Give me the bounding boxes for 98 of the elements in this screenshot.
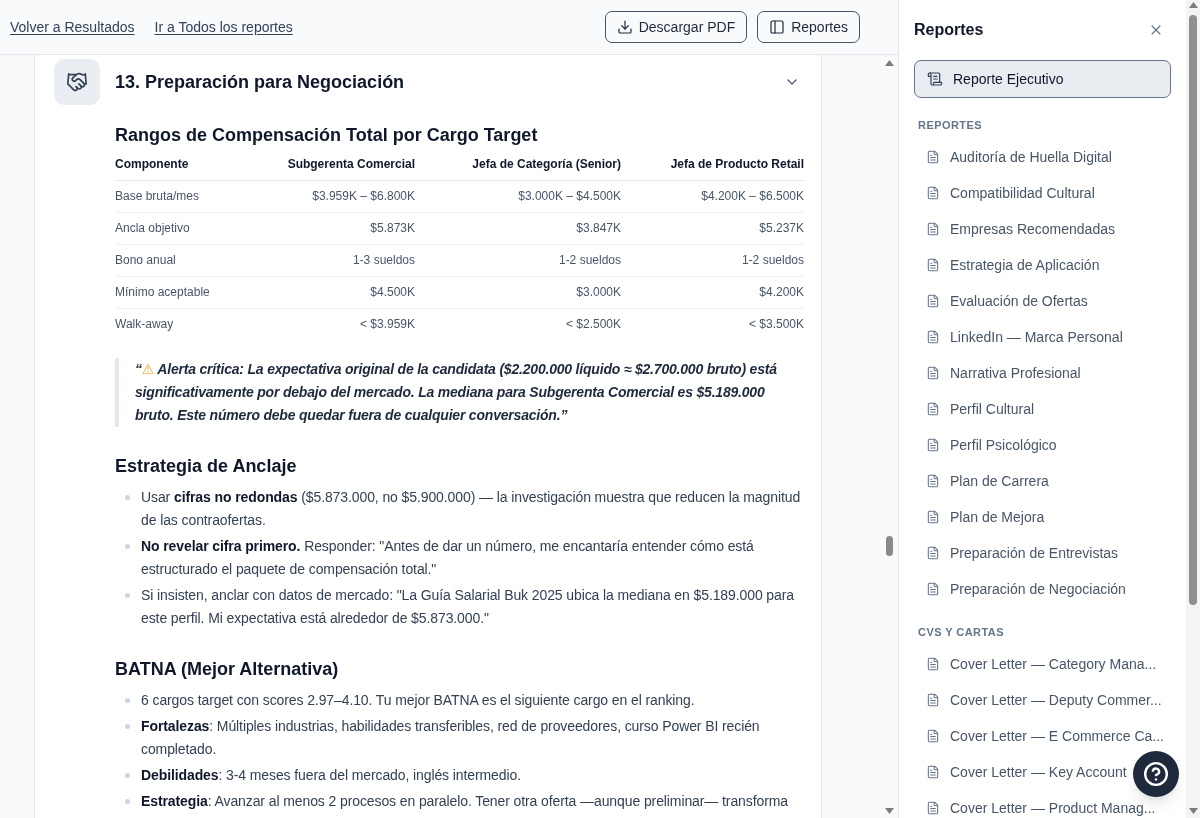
column-header: Subgerenta Comercial	[255, 148, 415, 180]
table-cell: Bono anual	[115, 244, 255, 276]
table-cell: Base bruta/mes	[115, 180, 255, 212]
report-link[interactable]: Plan de Carrera	[919, 463, 1056, 499]
document-icon	[926, 582, 940, 596]
nav-link[interactable]: Volver a Resultados	[10, 17, 135, 37]
bullet-icon	[125, 773, 130, 778]
table-cell: Walk-away	[115, 308, 255, 340]
report-link[interactable]: Estrategia de Aplicación	[919, 247, 1107, 283]
document-icon	[926, 330, 940, 344]
list-item-text: Fortalezas: Múltiples industrias, habilidades transferibles, red de proveedores, curso Power BI recién completado.	[141, 717, 761, 759]
table-cell: $5.873K	[255, 212, 415, 244]
report-link[interactable]: Cover Letter — Category Mana...	[919, 646, 1164, 682]
document-icon	[926, 765, 940, 779]
scrollbar-thumb[interactable]	[885, 536, 893, 556]
report-link[interactable]: Narrativa Profesional	[919, 355, 1088, 391]
help-icon	[1143, 761, 1169, 787]
list-item-text: Estrategia: Avanzar al menos 2 procesos en paralelo. Tener otra oferta —aunque preliminar— transforma	[141, 792, 788, 811]
report-link[interactable]: Compatibilidad Cultural	[919, 175, 1102, 211]
report-link[interactable]: Auditoría de Huella Digital	[919, 139, 1119, 175]
list-item-text: Usar cifras no redondas ($5.873.000, no $5.900.000) — la investigación muestra que reducen la magnitud de las contraofertas.	[141, 488, 802, 530]
alert-quote: “⚠ Alerta crítica: La expectativa original de la candidata ($2.200.000 líquido ≈ $2.700.000 bruto) está significativamente por debajo del mercado. La mediana para Subgerenta Comercial es $5.189.000 bruto. Este número debe quedar fuera de cualquier conversación.”	[115, 358, 802, 427]
document-icon	[926, 402, 940, 416]
report-link[interactable]: Plan de Mejora	[919, 499, 1052, 535]
table-cell: $3.847K	[415, 212, 621, 244]
report-link[interactable]: Preparación de Entrevistas	[919, 535, 1126, 571]
document-icon	[926, 186, 940, 200]
document-icon	[926, 801, 940, 815]
subsection-title: BATNA (Mejor Alternativa)	[115, 658, 340, 681]
bullet-icon	[125, 799, 130, 804]
document-icon	[926, 222, 940, 236]
table-cell: < $2.500K	[415, 308, 621, 340]
scroll-down-icon[interactable]	[1188, 808, 1198, 814]
document-icon	[926, 693, 940, 707]
bullet-icon	[125, 698, 130, 703]
scrollbar-thumb[interactable]	[1189, 15, 1197, 605]
list-item-text: Si insisten, anclar con datos de mercado: "La Guía Salarial Buk 2025 ubica la mediana en $5.189.000 para este perfil. Mi expectativa está alrededor de $5.873.000."	[141, 586, 795, 628]
bullet-icon	[125, 593, 130, 598]
table-cell: $5.237K	[621, 212, 804, 244]
handshake-icon	[54, 59, 100, 105]
column-header: Jefa de Categoría (Senior)	[415, 148, 621, 180]
table-cell: 1-2 sueldos	[415, 244, 621, 276]
table-cell: $3.959K – $6.800K	[255, 180, 415, 212]
document-icon	[926, 474, 940, 488]
scroll-down-icon[interactable]	[884, 808, 894, 814]
report-link[interactable]: Evaluación de Ofertas	[919, 283, 1095, 319]
list-item-text: 6 cargos target con scores 2.97–4.10. Tu mejor BATNA es el siguiente cargo en el ranking.	[141, 691, 695, 710]
report-link[interactable]: Cover Letter — Deputy Commer...	[919, 682, 1169, 718]
report-link[interactable]: Preparación de Negociación	[919, 571, 1133, 607]
table-cell: $4.200K – $6.500K	[621, 180, 804, 212]
table-cell: Mínimo aceptable	[115, 276, 255, 308]
featured-report-button[interactable]: Reporte Ejecutivo	[914, 60, 1171, 98]
table-cell: $3.000K – $4.500K	[415, 180, 621, 212]
table-cell: < $3.959K	[255, 308, 415, 340]
document-icon	[926, 729, 940, 743]
document-icon	[926, 657, 940, 671]
group-label: REPORTES	[917, 118, 984, 133]
download-icon	[616, 19, 633, 35]
table-cell: $3.000K	[415, 276, 621, 308]
report-link[interactable]: Perfil Cultural	[919, 391, 1042, 427]
report-link[interactable]: LinkedIn — Marca Personal	[919, 319, 1130, 355]
report-link[interactable]: Perfil Psicológico	[919, 427, 1064, 463]
document-icon	[926, 294, 940, 308]
report-link[interactable]: Cover Letter — Product Manag...	[919, 790, 1163, 818]
group-label: CVS Y CARTAS	[917, 625, 1005, 640]
document-icon	[926, 150, 940, 164]
table-cell: 1-3 sueldos	[255, 244, 415, 276]
document-icon	[926, 366, 940, 380]
scroll-icon	[927, 71, 943, 87]
report-link[interactable]: Empresas Recomendadas	[919, 211, 1122, 247]
nav-link[interactable]: Ir a Todos los reportes	[154, 17, 293, 37]
document-icon	[926, 510, 940, 524]
table-title: Rangos de Compensación Total por Cargo Target	[115, 124, 539, 147]
toolbar-button[interactable]: Descargar PDF	[604, 11, 748, 43]
toolbar-button[interactable]: Reportes	[757, 11, 860, 43]
table-cell: Ancla objetivo	[115, 212, 255, 244]
bullet-icon	[125, 495, 130, 500]
list-item-text: Debilidades: 3-4 meses fuera del mercado, inglés intermedio.	[141, 766, 521, 785]
scroll-up-icon[interactable]	[884, 60, 894, 66]
subsection-title: Estrategia de Anclaje	[115, 455, 298, 478]
list-item-text: No revelar cifra primero. Responder: "Antes de dar un número, me encantaría entender cómo está estructurado el paquete de compensación total."	[141, 537, 755, 579]
document-icon	[926, 438, 940, 452]
column-header: Componente	[115, 148, 255, 180]
bullet-icon	[125, 544, 130, 549]
sidebar-title: Reportes	[914, 20, 984, 40]
side-panel-icon	[769, 19, 786, 35]
scroll-up-icon[interactable]	[1188, 2, 1198, 8]
document-icon	[926, 258, 940, 272]
report-link[interactable]: Cover Letter — Key Account	[919, 754, 1134, 790]
column-header: Jefa de Producto Retail	[621, 148, 804, 180]
document-icon	[926, 546, 940, 560]
bullet-icon	[125, 724, 130, 729]
report-link[interactable]: Cover Letter — E Commerce Ca...	[919, 718, 1171, 754]
table-cell: < $3.500K	[621, 308, 804, 340]
table-cell: $4.200K	[621, 276, 804, 308]
table-cell: $4.500K	[255, 276, 415, 308]
table-cell: 1-2 sueldos	[621, 244, 804, 276]
section-title: 13. Preparación para Negociación	[115, 71, 406, 94]
